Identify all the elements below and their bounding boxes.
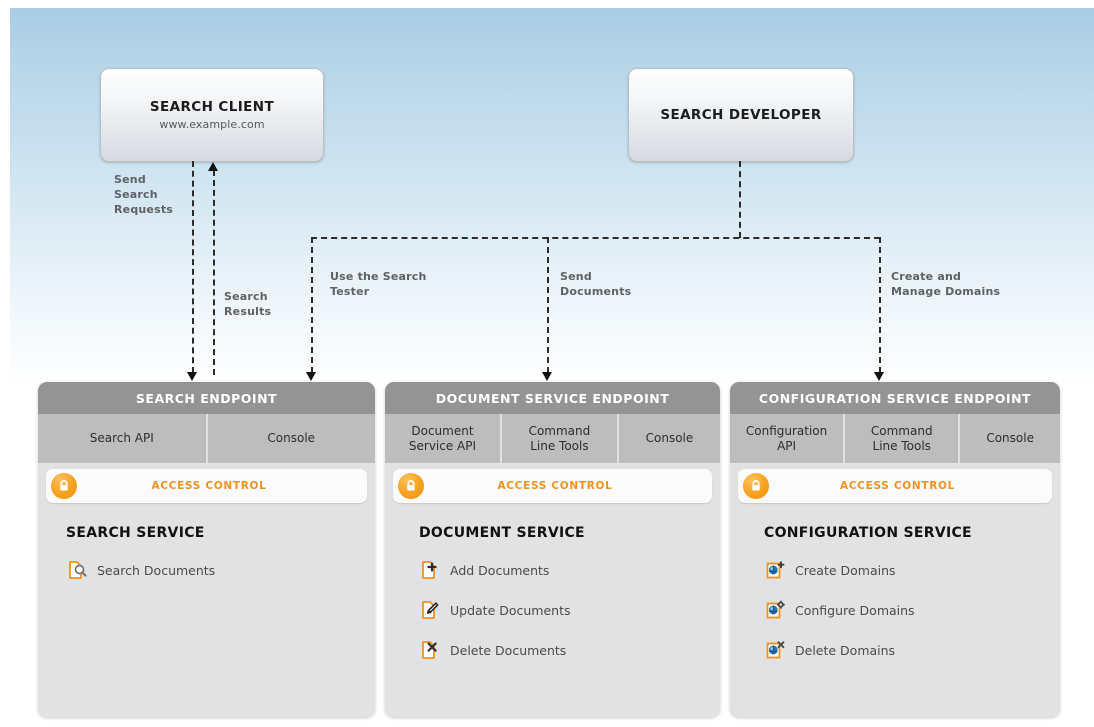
service-item-label: Configure Domains xyxy=(795,602,915,618)
tab-command-line-tools[interactable]: Command Line Tools xyxy=(845,414,961,463)
domain-configure-icon xyxy=(764,599,786,621)
service-title: SEARCH SERVICE xyxy=(66,525,205,541)
service-body: CONFIGURATION SERVICE Create Domains Con… xyxy=(736,503,1060,665)
tab-bar: Configuration API Command Line Tools Con… xyxy=(730,414,1060,463)
domain-delete-icon xyxy=(764,639,786,661)
tab-bar: Search API Console xyxy=(38,414,375,463)
tab-search-api[interactable]: Search API xyxy=(38,414,208,463)
document-add-icon xyxy=(419,559,441,581)
flow-label-use-the-search-tester: Use the Search Tester xyxy=(330,270,427,298)
connector-search-results xyxy=(213,170,215,375)
service-item[interactable]: Search Documents xyxy=(66,555,375,585)
actor-search-client[interactable]: SEARCH CLIENT www.example.com xyxy=(100,68,324,162)
actor-search-developer[interactable]: SEARCH DEVELOPER xyxy=(628,68,854,162)
domain-add-icon xyxy=(764,559,786,581)
tab-document-service-api[interactable]: Document Service API xyxy=(385,414,502,463)
document-delete-icon xyxy=(419,639,441,661)
connector-send-search-requests xyxy=(192,161,194,373)
lock-icon xyxy=(51,473,77,499)
service-item[interactable]: Configure Domains xyxy=(764,595,1060,625)
access-control-label: ACCESS CONTROL xyxy=(839,480,956,492)
tab-configuration-api[interactable]: Configuration API xyxy=(730,414,846,463)
service-item-label: Search Documents xyxy=(97,562,216,578)
service-item[interactable]: Delete Documents xyxy=(419,635,720,665)
panel-search-endpoint: SEARCH ENDPOINT Search API Console ACCES… xyxy=(38,382,375,717)
service-item-label: Delete Documents xyxy=(450,642,567,658)
service-body: SEARCH SERVICE Search Documents xyxy=(38,503,375,585)
service-title: DOCUMENT SERVICE xyxy=(419,525,585,541)
access-control-bar: ACCESS CONTROL xyxy=(738,469,1052,503)
access-control-bar: ACCESS CONTROL xyxy=(46,469,367,503)
document-search-icon xyxy=(66,559,88,581)
arrowhead-search-results xyxy=(208,162,218,171)
service-item[interactable]: Delete Domains xyxy=(764,635,1060,665)
service-title: CONFIGURATION SERVICE xyxy=(764,525,972,541)
arrowhead-send-documents xyxy=(542,372,552,381)
panel-header: DOCUMENT SERVICE ENDPOINT xyxy=(385,382,720,414)
connector-create-and-manage-domains xyxy=(879,237,881,373)
flow-label-send-documents: Send Documents xyxy=(560,270,632,298)
lock-icon xyxy=(743,473,769,499)
arrowhead-send-search-requests xyxy=(187,372,197,381)
flow-label-search-results: Search Results xyxy=(224,290,272,318)
arrowhead-use-the-search-tester xyxy=(306,372,316,381)
access-control-label: ACCESS CONTROL xyxy=(151,480,267,492)
panel-header: CONFIGURATION SERVICE ENDPOINT xyxy=(730,382,1060,414)
service-item[interactable]: Add Documents xyxy=(419,555,720,585)
tab-console[interactable]: Console xyxy=(960,414,1060,463)
actor-subtitle: www.example.com xyxy=(159,118,265,131)
connector-use-the-search-tester xyxy=(311,237,313,373)
service-item-label: Delete Domains xyxy=(795,642,896,658)
tab-console[interactable]: Console xyxy=(619,414,720,463)
service-body: DOCUMENT SERVICE Add Documents Update Do… xyxy=(391,503,720,665)
service-item[interactable]: Update Documents xyxy=(419,595,720,625)
access-control-bar: ACCESS CONTROL xyxy=(393,469,712,503)
service-item-label: Add Documents xyxy=(450,562,550,578)
tab-bar: Document Service API Command Line Tools … xyxy=(385,414,720,463)
panel-document-service-endpoint: DOCUMENT SERVICE ENDPOINT Document Servi… xyxy=(385,382,720,717)
tab-console[interactable]: Console xyxy=(208,414,376,463)
lock-icon xyxy=(398,473,424,499)
service-item-label: Update Documents xyxy=(450,602,571,618)
connector-send-documents xyxy=(547,237,549,373)
actor-title: SEARCH DEVELOPER xyxy=(660,107,822,123)
actor-title: SEARCH CLIENT xyxy=(149,99,275,115)
access-control-label: ACCESS CONTROL xyxy=(497,480,613,492)
diagram-canvas: SEARCH CLIENT www.example.com SEARCH DEV… xyxy=(0,0,1094,727)
tab-command-line-tools[interactable]: Command Line Tools xyxy=(502,414,619,463)
service-item-label: Create Domains xyxy=(795,562,896,578)
arrowhead-create-and-manage-domains xyxy=(874,372,884,381)
service-item[interactable]: Create Domains xyxy=(764,555,1060,585)
connector-developer-drop xyxy=(739,161,741,238)
panel-header: SEARCH ENDPOINT xyxy=(38,382,375,414)
panel-configuration-service-endpoint: CONFIGURATION SERVICE ENDPOINT Configura… xyxy=(730,382,1060,717)
flow-label-create-and-manage-domains: Create and Manage Domains xyxy=(891,270,1001,298)
document-edit-icon xyxy=(419,599,441,621)
connector-bus xyxy=(311,237,880,239)
flow-label-send-search-requests: Send Search Requests xyxy=(114,173,174,216)
